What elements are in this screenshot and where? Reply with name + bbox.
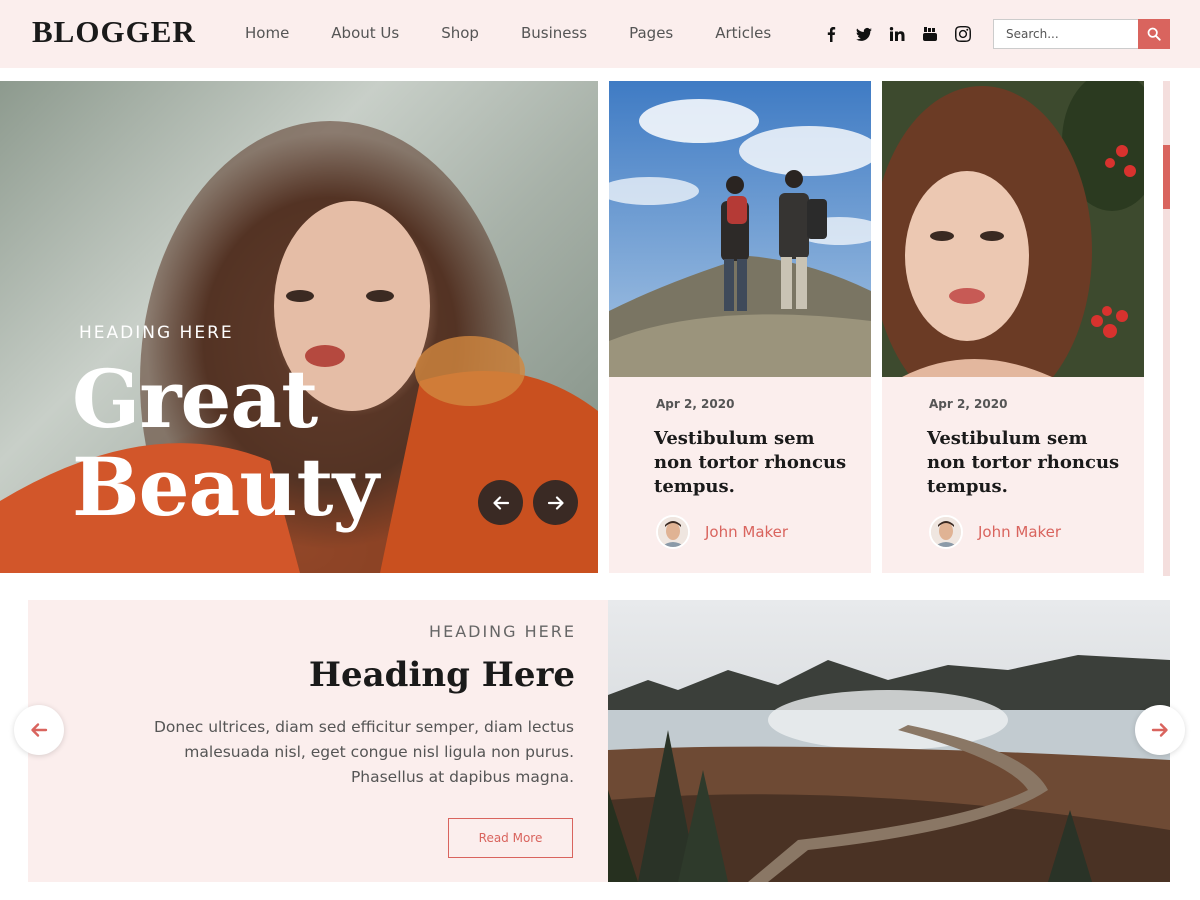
youtube-icon[interactable] (921, 24, 939, 44)
post-date: Apr 2, 2020 (656, 397, 735, 411)
twitter-icon[interactable] (855, 24, 873, 44)
post-card[interactable]: Apr 2, 2020 Vestibulum sem non tortor rh… (882, 81, 1144, 573)
hero-slide[interactable]: HEADING HERE Great Beauty (0, 81, 598, 573)
author-avatar (656, 515, 690, 549)
author-name[interactable]: John Maker (978, 523, 1061, 541)
hero-prev-button[interactable] (478, 480, 523, 525)
feature-next-button[interactable] (1135, 705, 1185, 755)
feature-subheading: HEADING HERE (429, 622, 576, 641)
linkedin-icon[interactable] (888, 24, 906, 44)
post-author: John Maker (929, 515, 1061, 549)
site-header: BLOGGER Home About Us Shop Business Page… (0, 0, 1200, 68)
search-input[interactable] (993, 19, 1138, 49)
read-more-button[interactable]: Read More (448, 818, 573, 858)
nav-shop[interactable]: Shop (441, 24, 479, 42)
arrow-left-icon (31, 723, 48, 737)
author-avatar (929, 515, 963, 549)
arrow-right-icon (1151, 723, 1168, 737)
social-links (822, 24, 987, 44)
post-author: John Maker (656, 515, 788, 549)
feature-title: Heading Here (308, 655, 575, 695)
post-title[interactable]: Vestibulum sem non tortor rhoncus tempus… (654, 427, 854, 499)
search-box (993, 19, 1170, 49)
post-title[interactable]: Vestibulum sem non tortor rhoncus tempus… (927, 427, 1127, 499)
nav-home[interactable]: Home (245, 24, 289, 42)
feature-image (608, 600, 1170, 882)
instagram-icon[interactable] (954, 24, 972, 44)
arrow-right-icon (547, 495, 564, 510)
hero-next-button[interactable] (533, 480, 578, 525)
hero-subheading: HEADING HERE (79, 323, 234, 343)
post-date: Apr 2, 2020 (929, 397, 1008, 411)
scrollbar-thumb[interactable] (1163, 145, 1170, 209)
nav-about-us[interactable]: About Us (331, 24, 399, 42)
author-name[interactable]: John Maker (705, 523, 788, 541)
site-logo[interactable]: BLOGGER (32, 14, 196, 50)
scrollbar[interactable] (1163, 81, 1170, 576)
hero-title-line1: Great (72, 352, 318, 446)
arrow-left-icon (492, 495, 509, 510)
post-card-image[interactable] (882, 81, 1144, 377)
search-button[interactable] (1138, 19, 1170, 49)
facebook-icon[interactable] (822, 24, 840, 44)
search-icon (1147, 27, 1161, 41)
post-card-image[interactable] (609, 81, 871, 377)
feature-prev-button[interactable] (14, 705, 64, 755)
nav-articles[interactable]: Articles (715, 24, 771, 42)
nav-business[interactable]: Business (521, 24, 587, 42)
post-card[interactable]: Apr 2, 2020 Vestibulum sem non tortor rh… (609, 81, 871, 573)
main-nav: Home About Us Shop Business Pages Articl… (245, 24, 813, 42)
hero-title: Great Beauty (72, 352, 379, 534)
hero-title-line2: Beauty (72, 440, 379, 534)
nav-pages[interactable]: Pages (629, 24, 673, 42)
feature-panel: HEADING HERE Heading Here Donec ultrices… (28, 600, 608, 882)
feature-text: Donec ultrices, diam sed efficitur sempe… (153, 718, 574, 786)
